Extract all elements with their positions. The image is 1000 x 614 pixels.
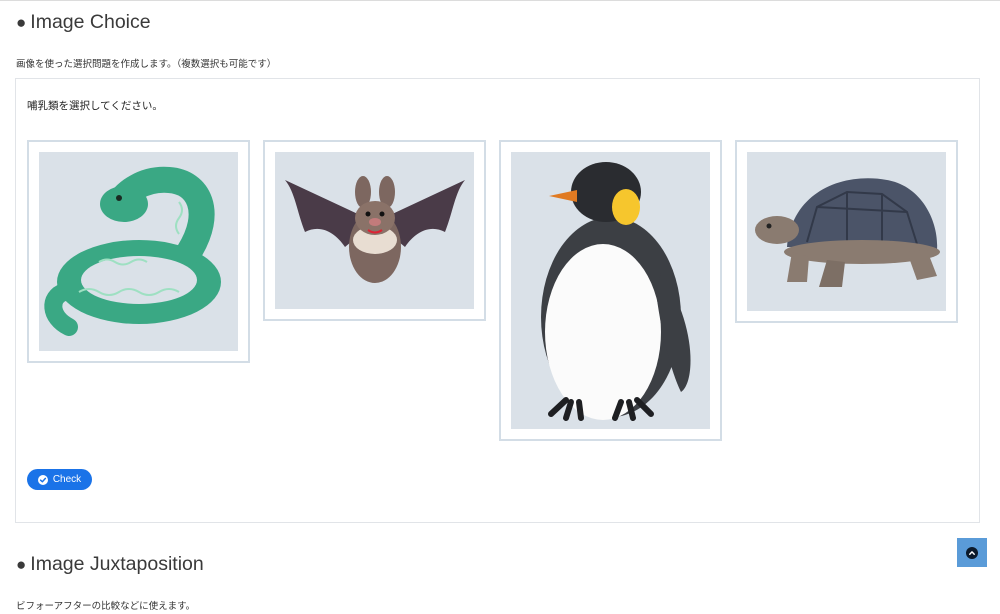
heading-text: Image Choice [30,11,151,33]
heading-bullet: ● [16,555,27,574]
check-circle-icon [37,474,48,485]
choice-bat[interactable] [263,140,486,321]
penguin-illustration [511,152,710,429]
image-choice-panel: 哺乳類を選択してください。 Check [15,78,980,523]
question-text: 哺乳類を選択してください。 [27,100,163,112]
check-button-label: Check [52,474,82,485]
section-heading-image-juxtaposition: ● Image Juxtaposition [16,553,204,576]
heading-bullet: ● [16,13,27,32]
snake-illustration [39,152,238,351]
chevron-up-circle-icon [966,546,978,559]
scroll-to-top-button[interactable] [957,538,987,567]
heading-text: Image Juxtaposition [30,553,204,575]
tortoise-illustration [747,152,946,311]
choice-penguin[interactable] [499,140,722,441]
top-divider [0,0,1000,1]
bat-illustration [275,152,474,309]
choice-tortoise[interactable] [735,140,958,323]
choice-snake[interactable] [27,140,250,363]
section-description: 画像を使った選択問題を作成します。（複数選択も可能です） [16,59,277,70]
section-heading-image-choice: ● Image Choice [16,11,151,34]
check-button[interactable]: Check [27,469,92,490]
section-description: ビフォーアフターの比較などに使えます。 [16,601,196,612]
